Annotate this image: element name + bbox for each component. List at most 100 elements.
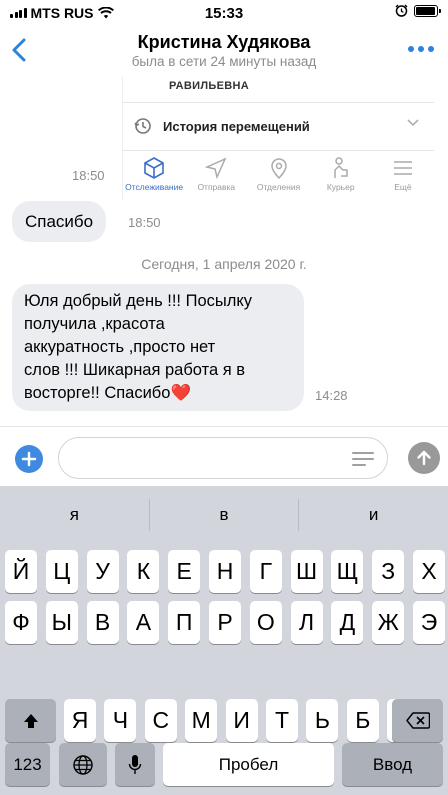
key-row2-3[interactable]: А — [127, 601, 160, 644]
more-options-button[interactable] — [408, 46, 434, 52]
alarm-icon — [395, 4, 408, 17]
tab-label: Курьер — [326, 182, 355, 192]
key-row2-0[interactable]: Ф — [5, 601, 37, 644]
key-row1-1[interactable]: Ц — [45, 550, 78, 593]
key-row1-10[interactable]: Х — [413, 550, 445, 593]
globe-icon — [73, 754, 93, 775]
divider — [123, 150, 434, 151]
key-row2-10[interactable]: Э — [413, 601, 445, 644]
chat-header: Кристина Худякова была в сети 24 минуты … — [0, 24, 448, 76]
history-label: История перемещений — [163, 118, 310, 134]
key-row2-9[interactable]: Ж — [372, 601, 405, 644]
message-line: восторге!! Спасибо❤️ — [24, 384, 191, 402]
send-icon — [205, 157, 227, 180]
tab-label: Отправка — [197, 182, 236, 192]
microphone-icon — [128, 754, 142, 774]
tab-label: Ещё — [394, 182, 412, 192]
key-row2-5[interactable]: Р — [209, 601, 241, 644]
send-button[interactable] — [408, 442, 440, 474]
last-seen-status: была в сети 24 минуты назад — [131, 54, 317, 69]
tab-courier: Курьер — [310, 154, 372, 200]
contact-name[interactable]: Кристина Худякова — [0, 32, 448, 53]
history-icon — [134, 118, 151, 134]
tab-send: Отправка — [185, 154, 247, 200]
arrow-up-icon — [417, 450, 431, 466]
keyboard: я в и ЙЦУКЕНГШЩЗХ ФЫВАПРОЛДЖЭ ЯЧСМИТЬБЮ … — [0, 486, 448, 795]
key-row1-5[interactable]: Н — [209, 550, 241, 593]
attached-screenshot[interactable]: РАВИЛЬЕВНА История перемещений Отслежива… — [122, 76, 434, 200]
suggestion[interactable]: в — [148, 499, 299, 531]
suggestion[interactable]: и — [298, 499, 448, 531]
date-separator: Сегодня, 1 апреля 2020 г. — [141, 256, 307, 272]
location-pin-icon — [270, 158, 287, 180]
status-time: 15:33 — [204, 5, 244, 22]
key-row3-6[interactable]: Ь — [306, 699, 339, 742]
key-row2-2[interactable]: В — [86, 601, 119, 644]
key-row3-4[interactable]: И — [225, 699, 258, 742]
message-input[interactable] — [58, 437, 388, 479]
message-line: Юля добрый день !!! Посылку — [24, 292, 253, 310]
tab-more: Ещё — [372, 154, 434, 200]
key-row3-3[interactable]: М — [185, 699, 218, 742]
message-list[interactable]: РАВИЛЬЕВНА История перемещений Отслежива… — [0, 76, 448, 426]
message-time: 18:50 — [72, 168, 105, 183]
return-key[interactable]: Ввод — [342, 743, 443, 786]
tab-label: Отслеживание — [125, 182, 184, 192]
key-row3-7[interactable]: Б — [346, 699, 379, 742]
history-row: История перемещений — [133, 116, 310, 136]
numbers-key[interactable]: 123 — [5, 743, 50, 786]
suggestion[interactable]: я — [0, 499, 149, 531]
key-row1-7[interactable]: Ш — [290, 550, 323, 593]
delete-key[interactable] — [392, 699, 443, 742]
key-row1-0[interactable]: Й — [5, 550, 37, 593]
key-row3-0[interactable]: Я — [64, 699, 96, 742]
shift-icon — [23, 713, 38, 728]
keyboard-menu-icon[interactable] — [352, 452, 374, 466]
message-time: 18:50 — [128, 215, 161, 230]
backspace-icon — [405, 712, 430, 729]
key-row3-1[interactable]: Ч — [104, 699, 137, 742]
message-line: аккуратность ,просто нет — [24, 338, 216, 356]
courier-icon — [333, 157, 348, 178]
predictive-bar: я в и — [0, 486, 448, 544]
key-row2-7[interactable]: Л — [290, 601, 323, 644]
key-row2-4[interactable]: П — [168, 601, 201, 644]
key-row1-4[interactable]: Е — [168, 550, 201, 593]
embedded-tab-bar: Отслеживание Отправка Отделения Курьер Е… — [123, 154, 434, 200]
key-row1-8[interactable]: Щ — [331, 550, 364, 593]
key-row3-5[interactable]: Т — [266, 699, 298, 742]
message-text: Спасибо — [25, 212, 94, 231]
space-key[interactable]: Пробел — [163, 743, 334, 786]
message-line: слов !!! Шикарная работа я в — [24, 361, 246, 379]
globe-key[interactable] — [59, 743, 107, 786]
box-icon — [144, 157, 164, 179]
message-time: 14:28 — [315, 388, 348, 403]
divider — [123, 102, 434, 103]
battery-fill — [416, 6, 435, 15]
plus-icon — [21, 451, 37, 467]
status-right — [395, 4, 441, 17]
key-row2-6[interactable]: О — [249, 601, 282, 644]
shift-key[interactable] — [5, 699, 56, 742]
chevron-down-icon — [407, 119, 419, 127]
menu-icon — [393, 161, 412, 175]
recipient-name-partial: РАВИЛЬЕВНА — [169, 80, 249, 92]
key-row2-1[interactable]: Ы — [45, 601, 78, 644]
key-row1-3[interactable]: К — [127, 550, 160, 593]
tab-tracking: Отслеживание — [123, 154, 185, 200]
status-bar: MTS RUS 15:33 — [0, 0, 448, 24]
dictation-key[interactable] — [115, 743, 155, 786]
message-bubble[interactable]: Спасибо — [12, 201, 107, 242]
composer — [0, 426, 448, 486]
battery-icon — [414, 4, 441, 17]
key-row1-9[interactable]: З — [372, 550, 405, 593]
key-row1-6[interactable]: Г — [249, 550, 282, 593]
tab-label: Отделения — [256, 182, 301, 192]
key-row1-2[interactable]: У — [86, 550, 119, 593]
message-bubble[interactable]: Юля добрый день !!! Посылку получила ,кр… — [12, 284, 304, 411]
key-row3-2[interactable]: С — [144, 699, 177, 742]
message-text: Юля добрый день !!! Посылку получила ,кр… — [24, 290, 292, 405]
message-line: получила ,красота — [24, 315, 165, 333]
attach-button[interactable] — [15, 445, 43, 473]
key-row2-8[interactable]: Д — [331, 601, 364, 644]
